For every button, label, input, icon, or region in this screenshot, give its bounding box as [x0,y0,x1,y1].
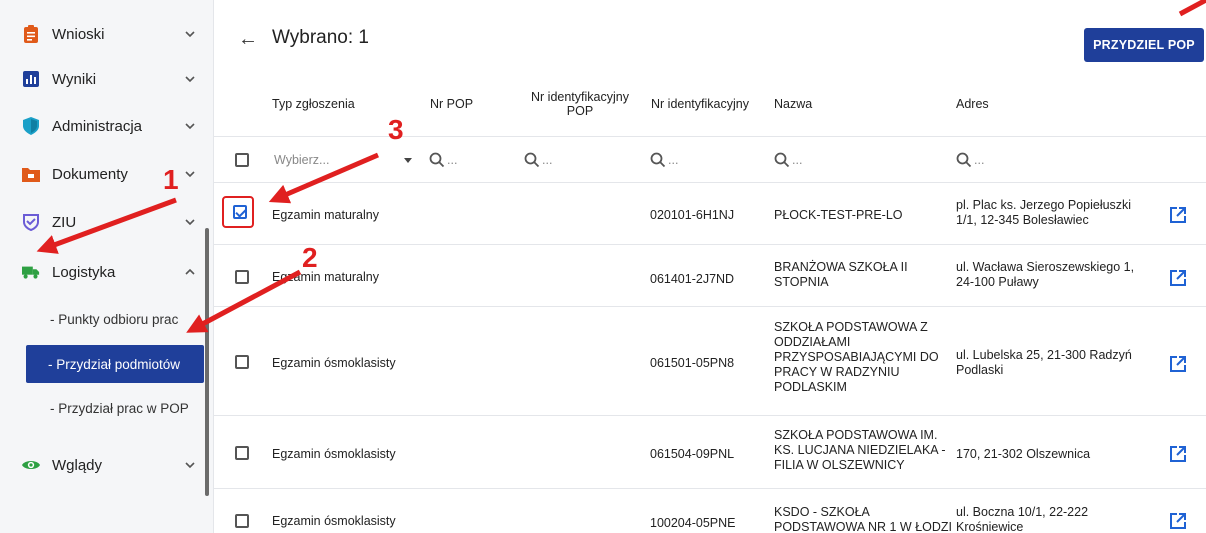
check-shield-icon [22,213,40,231]
annotation-label-3: 3 [388,114,404,145]
cell-type: Egzamin maturalny [272,208,379,222]
divider [214,182,1206,183]
clipboard-icon [22,25,40,43]
divider [214,306,1206,307]
search-input-nr-id-pop[interactable]: ... [542,153,552,167]
sidebar-subitem-punkty-odbioru[interactable]: - Punkty odbioru prac [0,300,205,338]
sidebar-subitem-label: - Przydział podmiotów [48,356,181,372]
cell-address: 170, 21-302 Olszewnica [956,447,1091,461]
sidebar-item-wnioski[interactable]: Wnioski [0,16,205,52]
cell-address: ul. Wacława Sieroszewskiego 1, 24-100 Pu… [956,260,1135,289]
divider [214,488,1206,489]
shield-icon [22,117,40,135]
sidebar-item-label: Dokumenty [52,165,128,183]
main-content: ← Wybrano: 1 PRZYDZIEL POP Typ zgłoszeni… [214,0,1206,533]
sidebar-subitem-przydzial-prac[interactable]: - Przydział prac w POP [0,389,205,427]
search-icon[interactable] [524,152,540,168]
cell-nr-id: 061501-05PN8 [650,356,735,370]
open-external-icon[interactable] [1169,512,1187,530]
chevron-down-icon [185,76,195,83]
divider [214,415,1206,416]
cell-name: BRANŻOWA SZKOŁA II STOPNIA [774,260,908,289]
chevron-down-icon [185,171,195,178]
filter-row: Wybierz... ... ... ... ... ... [214,136,1206,182]
sidebar-subitem-label: - Punkty odbioru prac [50,311,179,327]
column-header-nr-id-pop[interactable]: Nr identyfikacyjny POP [520,72,640,136]
cell-nr-id: 020101-6H1NJ [650,208,735,222]
sidebar-item-label: Administracja [52,117,143,135]
open-external-icon[interactable] [1169,355,1187,373]
search-icon[interactable] [429,152,445,168]
row-checkbox[interactable] [233,205,247,219]
chevron-up-icon [185,268,195,275]
cell-address: pl. Plac ks. Jerzego Popiełuszki 1/1, 12… [956,198,1132,227]
cell-name: PŁOCK-TEST-PRE-LO [774,208,903,222]
cell-type: Egzamin maturalny [272,270,379,284]
search-input-nazwa[interactable]: ... [792,153,802,167]
sidebar-item-wglady[interactable]: Wglądy [0,447,205,483]
cell-type: Egzamin ósmoklasisty [272,514,396,528]
column-header-adres[interactable]: Adres [956,72,1136,136]
cell-address: ul. Lubelska 25, 21-300 Radzyń Podlaski [956,348,1132,377]
cell-nr-id: 100204-05PNE [650,516,736,530]
caret-down-icon [404,158,412,163]
search-input-nr-pop[interactable]: ... [447,153,457,167]
type-filter-select[interactable]: Wybierz... [274,153,329,167]
cell-name: SZKOŁA PODSTAWOWA Z ODDZIAŁAMI PRZYSPOSA… [774,320,939,394]
column-header-nr-pop[interactable]: Nr POP [430,72,510,136]
toolbar: ← Wybrano: 1 PRZYDZIEL POP [214,0,1206,64]
chevron-down-icon [185,219,195,226]
row-checkbox[interactable] [235,270,249,284]
row-checkbox[interactable] [235,446,249,460]
cell-nr-id: 061504-09PNL [650,447,735,461]
search-input-nr-id[interactable]: ... [668,153,678,167]
cell-name: SZKOŁA PODSTAWOWA IM. KS. LUCJANA NIEDZI… [774,428,946,472]
sidebar-item-administracja[interactable]: Administracja [0,108,205,144]
cell-name: KSDO - SZKOŁA PODSTAWOWA NR 1 W ŁODZI [774,505,953,533]
truck-icon [22,263,40,281]
select-all-checkbox[interactable] [235,153,249,167]
search-icon[interactable] [774,152,790,168]
sidebar-item-label: ZIU [52,213,77,231]
sidebar-scrollbar[interactable] [205,228,209,496]
open-external-icon[interactable] [1169,206,1187,224]
sidebar-item-ziu[interactable]: ZIU [0,204,205,240]
assign-pop-button[interactable]: PRZYDZIEL POP [1084,28,1204,62]
row-checkbox[interactable] [235,514,249,528]
cell-type: Egzamin ósmoklasisty [272,447,396,461]
bar-chart-icon [22,70,40,88]
sidebar-item-label: Wglądy [52,456,103,474]
chevron-down-icon [185,31,195,38]
cell-address: ul. Boczna 10/1, 22-222 Krośniewice [956,505,1089,533]
open-external-icon[interactable] [1169,269,1187,287]
cell-type: Egzamin ósmoklasisty [272,356,396,370]
eye-icon [22,456,40,474]
annotation-label-1: 1 [163,164,179,195]
sidebar-item-wyniki[interactable]: Wyniki [0,61,205,97]
search-icon[interactable] [956,152,972,168]
annotation-label-2: 2 [302,242,318,273]
sidebar-subitem-przydzial-podmiotow[interactable]: - Przydział podmiotów [26,345,204,383]
search-input-adres[interactable]: ... [974,153,984,167]
sidebar-item-label: Logistyka [52,263,116,281]
sidebar-item-label: Wyniki [52,70,97,88]
cell-nr-id: 061401-2J7ND [650,272,735,286]
sidebar-item-label: Wnioski [52,25,105,43]
chevron-down-icon [185,123,195,130]
page-title: Wybrano: 1 [272,27,369,48]
arrow-left-icon[interactable]: ← [238,28,258,51]
sidebar-subitem-label: - Przydział prac w POP [50,400,189,416]
sidebar: Wnioski Wyniki Administracja Dokumenty Z… [0,0,214,533]
sidebar-item-logistyka[interactable]: Logistyka [0,254,205,290]
divider [214,244,1206,245]
search-icon[interactable] [650,152,666,168]
column-header-nazwa[interactable]: Nazwa [774,72,934,136]
open-external-icon[interactable] [1169,445,1187,463]
folder-icon [22,165,40,183]
column-header-nr-id[interactable]: Nr identyfikacyjny [640,72,760,136]
chevron-down-icon [185,462,195,469]
row-checkbox[interactable] [235,355,249,369]
